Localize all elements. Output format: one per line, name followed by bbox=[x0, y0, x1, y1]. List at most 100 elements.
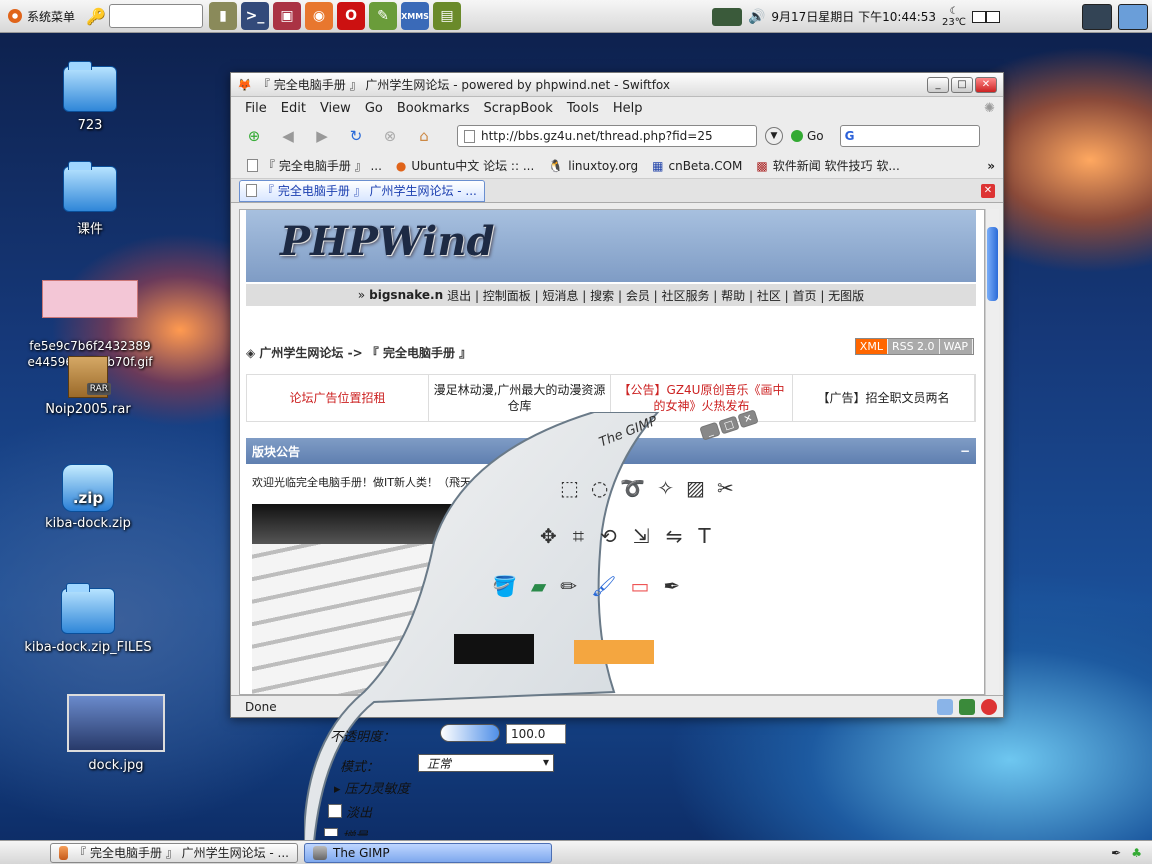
desktop-icon-723[interactable]: 723 bbox=[30, 61, 150, 133]
workspace-2[interactable] bbox=[986, 10, 1000, 23]
bookmark-item[interactable]: ● Ubuntu中文 论坛 :: ... bbox=[396, 157, 534, 174]
lasso-icon[interactable]: ➰ bbox=[620, 476, 645, 500]
back-button[interactable]: ◀ bbox=[275, 123, 301, 149]
phpwind-logo[interactable]: PHPWind bbox=[280, 218, 494, 265]
eraser-icon[interactable]: ▭ bbox=[630, 574, 649, 598]
adblock-icon[interactable] bbox=[981, 698, 997, 715]
firefox-icon[interactable]: ◉ bbox=[305, 2, 334, 30]
bookmark-item[interactable]: 『 完全电脑手册 』 ... bbox=[247, 157, 382, 174]
menu-scrapbook[interactable]: ScrapBook bbox=[483, 101, 552, 116]
opacity-value-input[interactable]: 100.0 bbox=[506, 724, 566, 744]
maximize-button[interactable]: □ bbox=[951, 76, 973, 93]
flip-icon[interactable]: ⇋ bbox=[666, 524, 683, 548]
go-button[interactable]: Go bbox=[791, 129, 824, 143]
pressure-expander[interactable]: ▸ 压力灵敏度 bbox=[334, 778, 410, 797]
system-menu-button[interactable]: 系统菜单 bbox=[0, 2, 83, 30]
clock[interactable]: 9月17日星期日 下午10:44:53 bbox=[771, 8, 936, 25]
panel-search-input[interactable] bbox=[109, 4, 204, 28]
scissors-icon[interactable]: ✂ bbox=[717, 476, 734, 500]
menu-edit[interactable]: Edit bbox=[281, 101, 306, 116]
collapse-button[interactable]: − bbox=[960, 444, 970, 458]
url-dropdown-button[interactable]: ▼ bbox=[765, 127, 783, 145]
user-links[interactable]: 退出 | 控制面板 | 短消息 | 搜索 | 会员 | 社区服务 | 帮助 | … bbox=[447, 287, 864, 304]
stop-button[interactable]: ⊗ bbox=[377, 123, 403, 149]
increment-checkbox[interactable] bbox=[324, 828, 338, 836]
pencil-icon[interactable]: ✏ bbox=[560, 574, 577, 598]
task-browser[interactable]: 『 完全电脑手册 』 广州学生网论坛 - ... bbox=[50, 842, 298, 863]
network-icon[interactable]: ▣ bbox=[273, 2, 302, 30]
bookmark-item[interactable]: 🐧 linuxtoy.org bbox=[548, 159, 638, 173]
browser-titlebar[interactable]: 🦊 『 完全电脑手册 』 广州学生网论坛 - powered by phpwin… bbox=[231, 73, 1003, 97]
mail-icon[interactable] bbox=[711, 7, 742, 26]
menu-help[interactable]: Help bbox=[613, 101, 643, 116]
opera-icon[interactable]: O bbox=[337, 2, 366, 30]
ad-link[interactable]: 【广告】招全职文员两名 bbox=[793, 375, 975, 421]
color-select-icon[interactable]: ▨ bbox=[686, 476, 705, 500]
volume-icon[interactable]: 🔊 bbox=[748, 9, 765, 25]
tab-active[interactable]: 『 完全电脑手册 』 广州学生网论坛 - ... bbox=[239, 179, 485, 202]
text-tool-icon[interactable]: T bbox=[698, 524, 710, 548]
gradient-icon[interactable]: ▰ bbox=[531, 574, 546, 598]
bucket-fill-icon[interactable]: 🪣 bbox=[492, 574, 517, 598]
weather-icon: ☾ bbox=[949, 5, 959, 17]
new-tab-icon[interactable]: ⊕ bbox=[241, 123, 267, 149]
workspace-switcher[interactable] bbox=[972, 10, 1000, 23]
fade-checkbox[interactable] bbox=[328, 804, 342, 818]
minimize-button[interactable]: _ bbox=[927, 76, 949, 93]
scale-icon[interactable]: ⇲ bbox=[633, 524, 650, 548]
desktop-icon-kiba-zip[interactable]: .zip kiba-dock.zip bbox=[28, 464, 148, 531]
desktop-icon-dock-jpg[interactable]: dock.jpg bbox=[56, 694, 176, 773]
forward-button[interactable]: ▶ bbox=[309, 123, 335, 149]
url-bar[interactable]: http://bbs.gz4u.net/thread.php?fid=25 bbox=[457, 125, 757, 147]
close-tab-button[interactable]: ✕ bbox=[981, 183, 995, 198]
terminal-icon[interactable]: >_ bbox=[241, 2, 270, 30]
update-icon[interactable]: ♣ bbox=[1131, 846, 1142, 860]
mode-select[interactable]: 正常 ▾ bbox=[418, 754, 554, 772]
show-desktop-icon[interactable] bbox=[1118, 3, 1148, 30]
paintbrush-icon[interactable]: 🖌 bbox=[591, 574, 616, 598]
workspace-1[interactable] bbox=[972, 10, 986, 23]
ellipse-select-icon[interactable]: ◌ bbox=[591, 476, 608, 500]
menu-view[interactable]: View bbox=[320, 101, 351, 116]
breadcrumb[interactable]: ◈ 广州学生网论坛 -> 『 完全电脑手册 』 bbox=[246, 344, 471, 361]
rect-select-icon[interactable]: ⬚ bbox=[560, 476, 579, 500]
airbrush-icon[interactable]: ✒ bbox=[663, 574, 680, 598]
file-cabinet-icon[interactable]: ▮ bbox=[209, 2, 238, 30]
rss-feed-link[interactable]: RSS 2.0 bbox=[887, 339, 940, 354]
menu-file[interactable]: File bbox=[245, 101, 267, 116]
wand-icon[interactable]: ✧ bbox=[657, 476, 674, 500]
home-button[interactable]: ⌂ bbox=[411, 123, 437, 149]
reload-button[interactable]: ↻ bbox=[343, 123, 369, 149]
extension-icon[interactable] bbox=[959, 698, 975, 715]
username-link[interactable]: bigsnake.n bbox=[369, 288, 443, 302]
page-info-icon[interactable] bbox=[937, 698, 953, 715]
move-icon[interactable]: ✥ bbox=[540, 524, 557, 548]
search-box[interactable]: G bbox=[839, 125, 980, 147]
vertical-scrollbar[interactable] bbox=[985, 209, 999, 695]
weather-widget[interactable]: ☾ 23℃ bbox=[942, 6, 966, 28]
close-button[interactable]: ✕ bbox=[975, 76, 997, 93]
task-gimp[interactable]: The GIMP bbox=[304, 842, 552, 863]
opacity-slider[interactable] bbox=[440, 724, 500, 742]
graphics-icon[interactable]: ✎ bbox=[369, 2, 398, 30]
pen-icon[interactable]: ✒ bbox=[1111, 846, 1121, 860]
xml-feed-link[interactable]: XML bbox=[855, 339, 888, 354]
bookmark-item[interactable]: ▦ cnBeta.COM bbox=[652, 159, 742, 173]
book-icon[interactable]: ▤ bbox=[433, 2, 462, 30]
xmms-icon[interactable]: XMMS bbox=[401, 2, 430, 30]
bookmark-item[interactable]: ▩ 软件新闻 软件技巧 软... bbox=[756, 157, 899, 174]
desktop-icon-courseware[interactable]: 课件 bbox=[30, 161, 150, 237]
desktop-icon-noip-rar[interactable]: RAR Noip2005.rar bbox=[28, 356, 148, 417]
desktop-icon-label: kiba-dock.zip bbox=[45, 516, 131, 531]
bookmarks-overflow-button[interactable]: » bbox=[987, 159, 995, 173]
crop-icon[interactable]: ⌗ bbox=[573, 524, 584, 548]
menu-go[interactable]: Go bbox=[365, 101, 383, 116]
desktop-icon-kiba-files[interactable]: kiba-dock.zip_FILES bbox=[18, 583, 158, 655]
key-icon[interactable]: 🔑 bbox=[83, 7, 109, 26]
scrollbar-thumb[interactable] bbox=[987, 227, 998, 301]
menu-tools[interactable]: Tools bbox=[567, 101, 599, 116]
rotate-icon[interactable]: ⟲ bbox=[600, 524, 617, 548]
menu-bookmarks[interactable]: Bookmarks bbox=[397, 101, 470, 116]
window-list-icon[interactable] bbox=[1082, 3, 1112, 30]
wap-link[interactable]: WAP bbox=[939, 339, 973, 354]
